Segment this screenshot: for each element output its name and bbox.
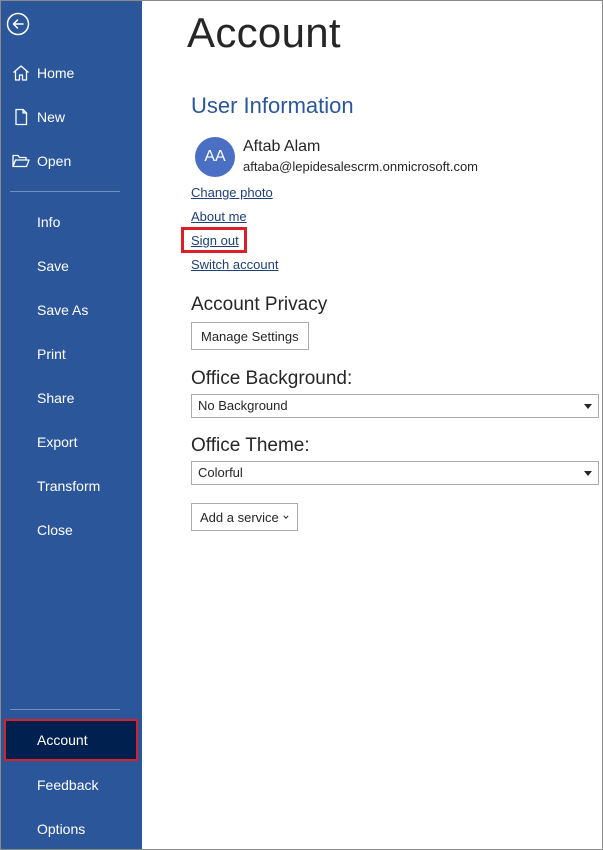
sidebar-item-close[interactable]: Close xyxy=(1,510,142,550)
chevron-down-icon xyxy=(584,471,592,476)
sidebar-item-label: Save xyxy=(37,258,69,274)
office-theme-heading: Office Theme: xyxy=(191,435,310,456)
sidebar-divider xyxy=(10,709,120,710)
sign-out-link[interactable]: Sign out xyxy=(191,233,239,248)
sidebar-item-options[interactable]: Options xyxy=(1,809,142,849)
sidebar-item-label: New xyxy=(37,109,66,125)
sidebar-item-label: Close xyxy=(37,522,73,538)
chevron-down-icon xyxy=(283,515,289,519)
chevron-down-icon xyxy=(584,404,592,409)
page-title: Account xyxy=(187,9,341,56)
about-me-link[interactable]: About me xyxy=(191,209,247,224)
sidebar-item-export[interactable]: Export xyxy=(1,422,142,462)
sidebar-item-label: Open xyxy=(37,153,72,169)
avatar: AA xyxy=(195,137,235,177)
office-background-heading: Office Background: xyxy=(191,368,353,389)
sidebar-item-label: Transform xyxy=(37,478,101,494)
sidebar-item-label: Home xyxy=(37,65,75,81)
user-information-heading: User Information xyxy=(191,93,354,118)
office-background-select[interactable]: No Background xyxy=(191,394,599,418)
sidebar-divider xyxy=(10,191,120,192)
add-service-button[interactable]: Add a service xyxy=(191,503,298,531)
sidebar-item-save[interactable]: Save xyxy=(1,246,142,286)
back-button[interactable] xyxy=(6,12,30,36)
sidebar-item-label: Print xyxy=(37,346,66,362)
sidebar-item-info[interactable]: Info xyxy=(1,202,142,242)
sidebar-item-label: Info xyxy=(37,214,61,230)
sidebar-item-save-as[interactable]: Save As xyxy=(1,290,142,330)
sidebar-item-home[interactable]: Home xyxy=(1,53,142,93)
user-name: Aftab Alam xyxy=(243,138,321,155)
office-background-value: No Background xyxy=(198,398,288,413)
account-pane: Account User Information AA Aftab Alam a… xyxy=(142,1,602,849)
sidebar-item-account[interactable]: Account xyxy=(4,719,138,761)
sidebar-item-label: Account xyxy=(37,732,88,748)
sidebar-item-print[interactable]: Print xyxy=(1,334,142,374)
new-document-icon xyxy=(15,108,28,126)
home-icon xyxy=(13,65,29,81)
office-theme-select[interactable]: Colorful xyxy=(191,461,599,485)
sidebar-item-label: Save As xyxy=(37,302,89,318)
user-email: aftaba@lepidesalescrm.onmicrosoft.com xyxy=(243,159,479,174)
office-theme-value: Colorful xyxy=(198,465,243,480)
backstage-sidebar: Home New Open Info Save Save As Print Sh… xyxy=(1,1,142,849)
manage-settings-button[interactable]: Manage Settings xyxy=(191,322,309,350)
back-arrow-icon[interactable] xyxy=(6,12,30,36)
sidebar-item-new[interactable]: New xyxy=(1,97,142,137)
account-privacy-heading: Account Privacy xyxy=(191,294,328,315)
backstage-window: Home New Open Info Save Save As Print Sh… xyxy=(0,0,603,850)
sidebar-item-transform[interactable]: Transform xyxy=(1,466,142,506)
add-service-label: Add a service xyxy=(200,509,279,525)
switch-account-link[interactable]: Switch account xyxy=(191,257,278,272)
change-photo-link[interactable]: Change photo xyxy=(191,185,273,200)
sidebar-item-open[interactable]: Open xyxy=(1,141,142,181)
sidebar-item-label: Feedback xyxy=(37,777,99,793)
sidebar-item-label: Options xyxy=(37,821,86,837)
sidebar-item-label: Export xyxy=(37,434,78,450)
avatar-initials: AA xyxy=(204,148,226,165)
sidebar-item-label: Share xyxy=(37,390,75,406)
open-folder-icon xyxy=(12,154,30,168)
sidebar-item-feedback[interactable]: Feedback xyxy=(1,765,142,805)
sidebar-item-share[interactable]: Share xyxy=(1,378,142,418)
